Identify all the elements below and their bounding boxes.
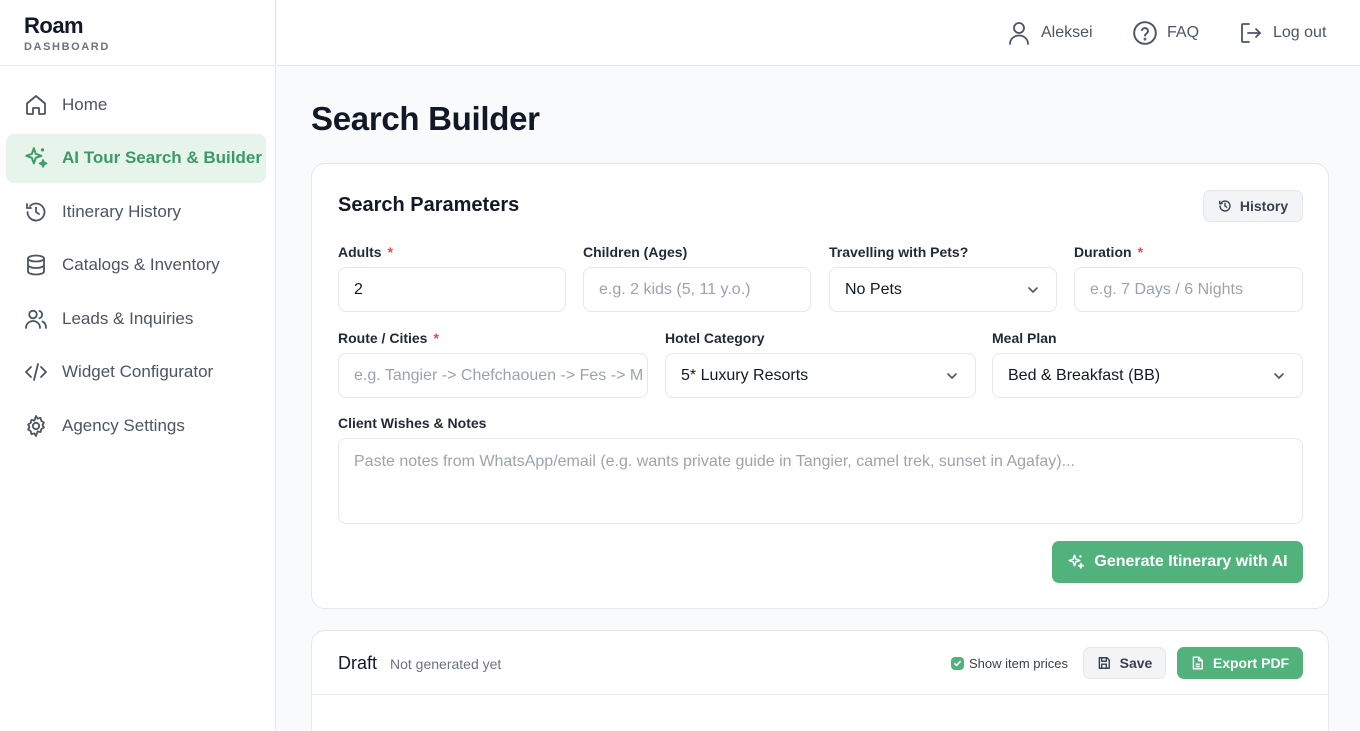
required-mark: * [1137,244,1144,260]
pets-select-value: No Pets [845,280,902,298]
children-input[interactable]: e.g. 2 kids (5, 11 y.o.) [583,267,811,312]
sidebar-item-label: Catalogs & Inventory [62,255,220,274]
chevron-down-icon [1026,283,1040,297]
search-parameters-card: Search Parameters History Adults * 2 Chil… [311,163,1329,609]
notes-textarea[interactable]: Paste notes from WhatsApp/email (e.g. wa… [338,438,1303,524]
show-prices-toggle[interactable]: Show item prices [951,656,1068,671]
code-icon [23,359,49,385]
sidebar-item-label: Itinerary History [62,201,182,221]
meal-plan-label: Meal Plan [992,330,1057,346]
brand[interactable]: Roam DASHBOARD [0,0,275,66]
history-icon [1218,199,1232,213]
history-button[interactable]: History [1203,190,1303,222]
sidebar: Roam DASHBOARD Home AI Tour Search & Bui… [0,0,276,731]
logout-label: Log out [1273,24,1327,41]
chevron-down-icon [1272,369,1286,383]
sidebar-item-itinerary-history[interactable]: Itinerary History [6,187,266,236]
sparkles-icon [1067,553,1085,571]
sidebar-item-label: Widget Configurator [62,362,214,381]
faq-link[interactable]: FAQ [1132,20,1199,46]
help-circle-icon [1132,20,1158,46]
section-title: Search Parameters [338,194,520,216]
hotel-category-value: 5* Luxury Resorts [681,366,809,384]
sidebar-item-widget-configurator[interactable]: Widget Configurator [6,348,266,397]
sidebar-item-label: Home [62,94,108,114]
export-button-label: Export PDF [1212,655,1290,671]
logout-link[interactable]: Log out [1238,20,1326,46]
sidebar-item-agency-settings[interactable]: Agency Settings [6,401,266,450]
checkbox-checked-icon[interactable] [951,657,964,670]
draft-header: Draft Not generated yet Show item prices… [312,631,1328,695]
file-icon [1191,656,1204,670]
users-icon [23,306,49,332]
route-input[interactable]: e.g. Tangier -> Chefchaouen -> Fes -> M [338,353,648,398]
duration-input[interactable]: e.g. 7 Days / 6 Nights [1074,267,1303,312]
duration-label: Duration * [1074,244,1143,260]
meal-plan-value: Bed & Breakfast (BB) [1008,366,1161,384]
adults-input[interactable]: 2 [338,267,566,312]
adults-label-text: Adults [338,244,382,260]
duration-label-text: Duration [1074,244,1132,260]
brand-subtitle: DASHBOARD [24,41,110,53]
gear-icon [23,413,49,439]
page-title: Search Builder [311,100,540,137]
user-icon [1006,20,1032,46]
draft-title: Draft [338,653,378,673]
brand-name: Roam [24,13,84,38]
sidebar-item-label: Leads & Inquiries [62,308,194,328]
show-prices-label: Show item prices [969,656,1068,671]
required-mark: * [387,244,394,260]
generate-itinerary-button[interactable]: Generate Itinerary with AI [1052,541,1303,583]
save-button[interactable]: Save [1083,647,1166,679]
faq-label: FAQ [1167,24,1200,41]
route-label: Route / Cities * [338,330,439,346]
home-icon [23,92,49,118]
user-name: Aleksei [1041,24,1093,41]
save-icon [1097,656,1111,670]
sidebar-item-home[interactable]: Home [6,80,266,129]
route-label-text: Route / Cities [338,330,428,346]
notes-label: Client Wishes & Notes [338,415,487,431]
user-menu[interactable]: Aleksei [1006,20,1093,46]
sidebar-nav: Home AI Tour Search & Builder Itinerary … [0,66,275,450]
hotel-category-label: Hotel Category [665,330,765,346]
children-label: Children (Ages) [583,244,688,260]
meal-plan-select[interactable]: Bed & Breakfast (BB) [992,353,1303,398]
topbar: Aleksei FAQ Log out [277,0,1360,66]
sidebar-item-catalogs[interactable]: Catalogs & Inventory [6,241,266,290]
sidebar-item-label: AI Tour Search & Builder [62,148,262,167]
logout-icon [1238,20,1264,46]
draft-card: Draft Not generated yet Show item prices… [311,630,1329,731]
required-mark: * [433,330,439,346]
draft-status: Not generated yet [390,656,502,672]
pets-select[interactable]: No Pets [829,267,1057,312]
save-button-label: Save [1119,655,1153,671]
history-button-label: History [1239,198,1289,214]
sparkles-icon [23,145,49,171]
hotel-category-select[interactable]: 5* Luxury Resorts [665,353,976,398]
history-icon [23,199,49,225]
sidebar-item-label: Agency Settings [62,415,185,435]
sidebar-item-leads[interactable]: Leads & Inquiries [6,294,266,343]
generate-button-label: Generate Itinerary with AI [1094,553,1288,570]
pets-label: Travelling with Pets? [829,244,969,260]
sidebar-item-ai-tour-search[interactable]: AI Tour Search & Builder [6,133,266,183]
chevron-down-icon [945,369,959,383]
adults-label: Adults * [338,244,393,260]
database-icon [23,252,49,278]
export-pdf-button[interactable]: Export PDF [1177,647,1303,679]
